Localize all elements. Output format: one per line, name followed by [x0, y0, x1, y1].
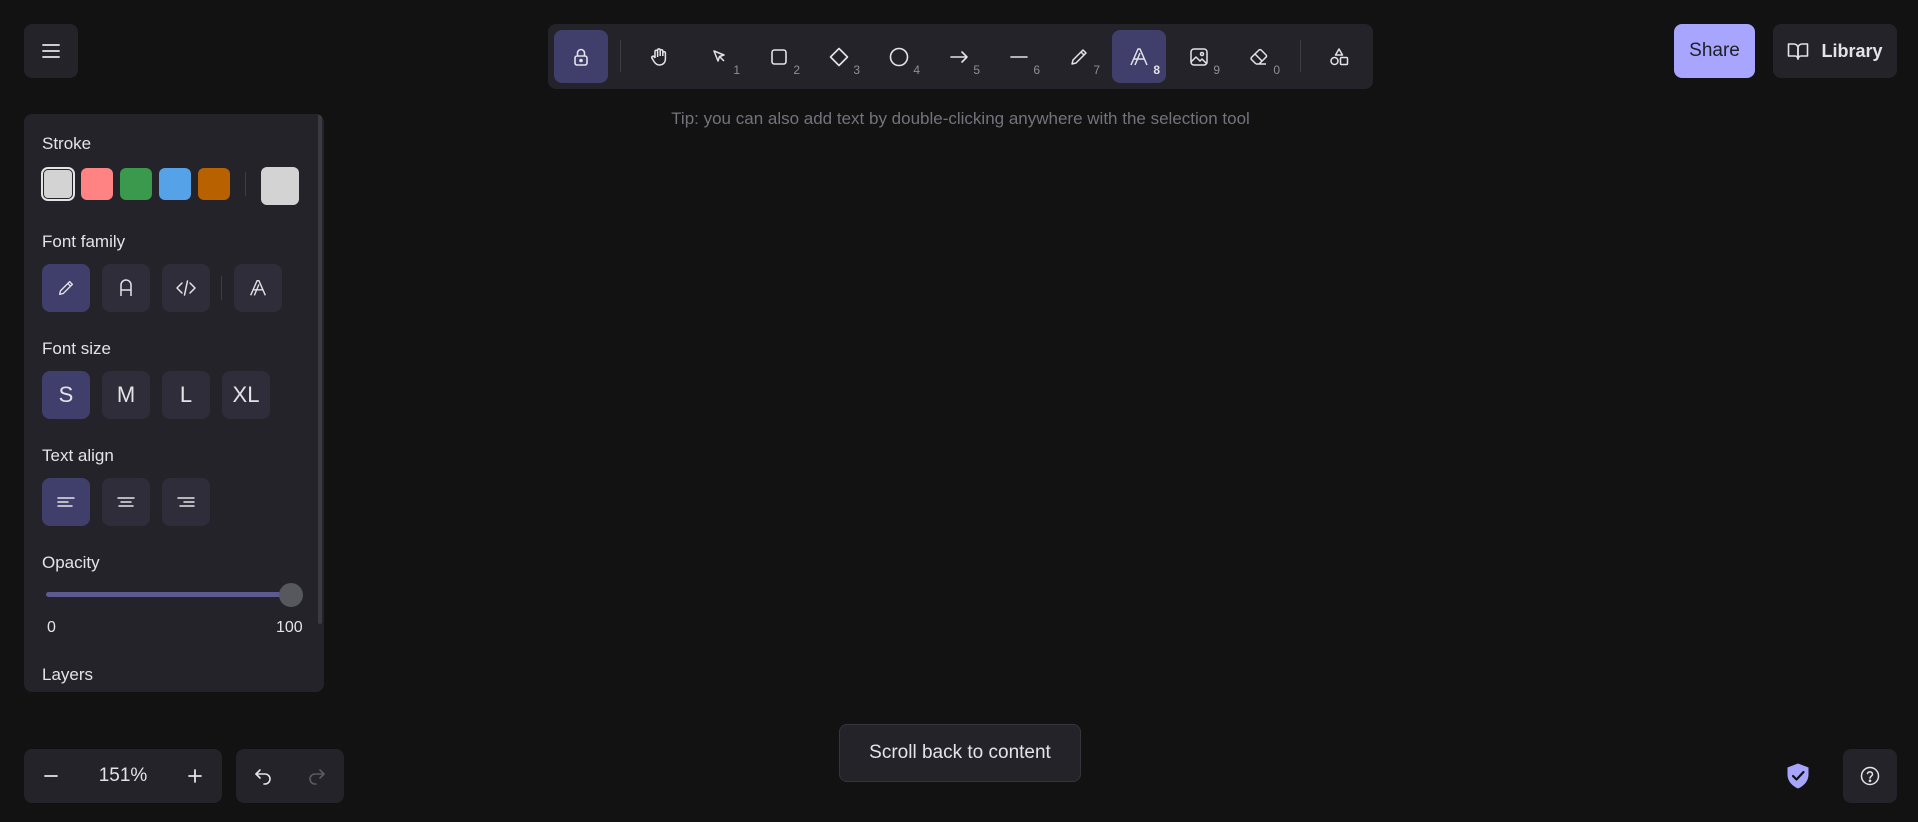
font-size-title: Font size [42, 339, 111, 358]
library-button[interactable]: Library [1773, 24, 1897, 78]
tool-image[interactable]: 9 [1172, 30, 1226, 83]
arrow-right-icon [948, 46, 970, 68]
redo-icon [307, 767, 327, 785]
opacity-slider[interactable] [46, 592, 292, 597]
redo-button[interactable] [290, 749, 344, 803]
zoom-out-button[interactable] [24, 749, 78, 803]
zoom-in-button[interactable] [168, 749, 222, 803]
lock-icon [570, 46, 592, 68]
pointer-icon [708, 46, 730, 68]
scroll-back-to-content-button[interactable]: Scroll back to content [839, 724, 1081, 782]
code-icon [175, 278, 197, 298]
tool-lock[interactable] [554, 30, 608, 83]
font-a-icon [116, 277, 136, 299]
ellipse-icon [888, 46, 910, 68]
image-icon [1188, 46, 1210, 68]
panel-scrollbar[interactable] [318, 114, 322, 624]
tool-rectangle[interactable]: 2 [752, 30, 806, 83]
zoom-controls: 151% [24, 749, 222, 803]
font-family-more[interactable] [234, 264, 282, 312]
font-family-normal[interactable] [102, 264, 150, 312]
stroke-title: Stroke [42, 134, 92, 153]
text-align-title: Text align [42, 446, 114, 465]
tool-more-shapes[interactable] [1312, 30, 1366, 83]
stroke-color-swatch[interactable] [120, 168, 152, 200]
text-align-right[interactable] [162, 478, 210, 526]
font-size-xl[interactable]: XL [222, 371, 270, 419]
font-size-s[interactable]: S [42, 371, 90, 419]
line-icon [1008, 46, 1030, 68]
library-label: Library [1821, 40, 1883, 61]
tool-diamond[interactable]: 3 [812, 30, 866, 83]
font-family-code[interactable] [162, 264, 210, 312]
tool-eraser[interactable]: 0 [1232, 30, 1286, 83]
font-family-handdrawn[interactable] [42, 264, 90, 312]
text-icon [247, 277, 269, 299]
tool-arrow[interactable]: 5 [932, 30, 986, 83]
help-icon [1859, 765, 1881, 787]
stroke-color-swatch[interactable] [198, 168, 230, 200]
shapes-icon [1328, 46, 1350, 68]
font-size-l[interactable]: L [162, 371, 210, 419]
toolbar: 1 2 3 4 5 6 7 8 9 0 [548, 24, 1373, 89]
undo-icon [253, 767, 273, 785]
align-left-icon [56, 494, 76, 510]
encryption-shield-icon[interactable] [1780, 758, 1816, 794]
plus-icon [186, 767, 204, 785]
properties-panel: Stroke Font family Font size S M L XL Te… [24, 114, 324, 692]
minus-icon [42, 767, 60, 785]
hand-icon [648, 46, 670, 68]
eraser-icon [1248, 46, 1270, 68]
hamburger-icon [41, 41, 61, 61]
align-right-icon [176, 494, 196, 510]
text-align-left[interactable] [42, 478, 90, 526]
pencil-icon [1068, 46, 1090, 68]
stroke-color-picker[interactable] [261, 167, 299, 205]
font-family-title: Font family [42, 232, 126, 251]
stroke-color-swatch[interactable] [159, 168, 191, 200]
tool-selection[interactable]: 1 [692, 30, 746, 83]
tool-hand[interactable] [632, 30, 686, 83]
font-size-m[interactable]: M [102, 371, 150, 419]
align-center-icon [116, 494, 136, 510]
text-align-center[interactable] [102, 478, 150, 526]
opacity-min-label: 0 [47, 619, 56, 636]
pencil-icon [56, 278, 76, 298]
layers-title: Layers [42, 665, 94, 684]
tool-draw[interactable]: 7 [1052, 30, 1106, 83]
help-button[interactable] [1843, 749, 1897, 803]
opacity-max-label: 100 [276, 619, 303, 636]
tool-text[interactable]: 8 [1112, 30, 1166, 83]
main-menu-button[interactable] [24, 24, 78, 78]
tool-ellipse[interactable]: 4 [872, 30, 926, 83]
zoom-level-button[interactable]: 151% [78, 749, 168, 803]
toolbar-tip: Tip: you can also add text by double-cli… [671, 109, 1250, 128]
stroke-color-swatch[interactable] [81, 168, 113, 200]
rectangle-icon [768, 46, 790, 68]
share-button[interactable]: Share [1674, 24, 1755, 78]
undo-button[interactable] [236, 749, 290, 803]
text-icon [1127, 45, 1151, 69]
opacity-title: Opacity [42, 553, 100, 572]
history-controls [236, 749, 344, 803]
stroke-color-swatch[interactable] [41, 167, 75, 201]
tool-line[interactable]: 6 [992, 30, 1046, 83]
diamond-icon [828, 46, 850, 68]
opacity-slider-handle[interactable] [279, 583, 303, 607]
book-icon [1787, 41, 1809, 61]
